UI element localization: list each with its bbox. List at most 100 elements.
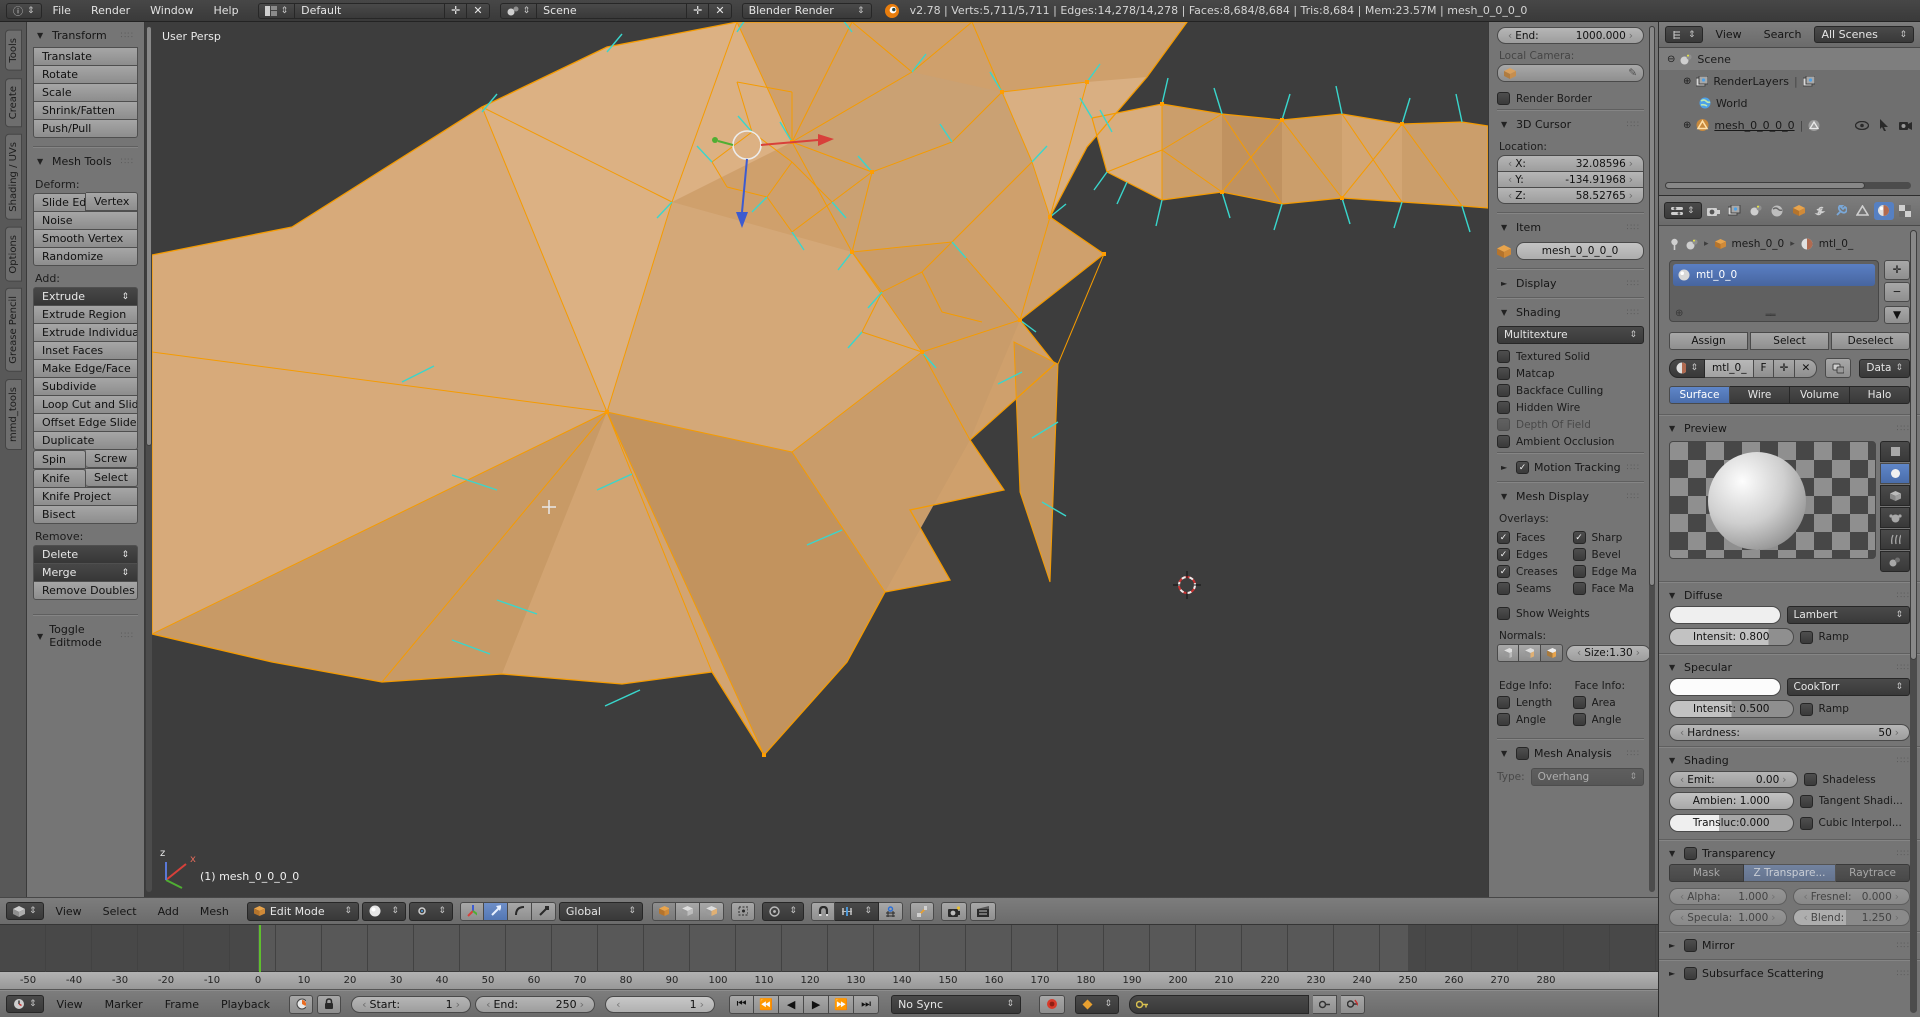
- matcap-checkbox[interactable]: [1497, 367, 1510, 380]
- tab-world[interactable]: [1768, 202, 1787, 220]
- tab-object[interactable]: [1789, 202, 1808, 220]
- outliner-row-renderlayers[interactable]: ⊕ RenderLayers |: [1659, 70, 1920, 92]
- panel-header-mirror[interactable]: ►Mirror∷∷: [1659, 935, 1920, 956]
- cursor-z-field[interactable]: Z:58.52765: [1497, 187, 1644, 204]
- pin-icon[interactable]: [1669, 238, 1680, 250]
- play-reverse-button[interactable]: ◀: [779, 995, 804, 1014]
- tangent-shading-checkbox[interactable]: [1800, 795, 1813, 808]
- edge-angle-checkbox[interactable]: [1497, 713, 1510, 726]
- edge-select-mode-button[interactable]: [676, 902, 700, 921]
- panel-header-shading[interactable]: ▼Shading∷∷: [1497, 301, 1644, 323]
- tab-material[interactable]: [1874, 202, 1893, 220]
- breadcrumb-object[interactable]: mesh_0_0: [1732, 238, 1785, 250]
- remove-doubles-button[interactable]: Remove Doubles: [33, 581, 138, 600]
- specular-ramp-checkbox[interactable]: [1800, 703, 1813, 716]
- tool-shelf-tab[interactable]: mmd_tools: [5, 379, 22, 450]
- editor-type-outliner-button[interactable]: [1665, 26, 1703, 43]
- scene-name[interactable]: Scene: [537, 3, 687, 19]
- panel-grip[interactable]: ∷∷: [1627, 279, 1640, 289]
- face-normals-toggle[interactable]: [1541, 644, 1563, 662]
- pivot-center-select[interactable]: [409, 902, 453, 921]
- tool-button[interactable]: Inset Faces: [33, 341, 138, 360]
- tool-shelf-tab[interactable]: Create: [5, 78, 22, 127]
- panel-header-transform[interactable]: ▼Transform∷∷: [33, 24, 138, 46]
- tool-button[interactable]: Noise: [33, 211, 138, 230]
- preview-sphere-button[interactable]: [1880, 463, 1910, 484]
- tool-button[interactable]: Duplicate: [33, 431, 138, 450]
- panel-grip[interactable]: ∷∷: [1897, 756, 1910, 766]
- preview-range-button[interactable]: [289, 995, 313, 1014]
- bisect-button[interactable]: Bisect: [33, 505, 138, 524]
- tab-data[interactable]: [1853, 202, 1872, 220]
- timeline-ruler[interactable]: -50-40-30-20-100102030405060708090100110…: [0, 972, 1658, 990]
- link-data-select[interactable]: Data: [1859, 359, 1910, 378]
- overlay-checkbox[interactable]: [1573, 548, 1586, 561]
- tool-button[interactable]: Rotate: [33, 65, 138, 84]
- current-frame-field[interactable]: 1: [605, 996, 715, 1013]
- fake-user-button[interactable]: F: [1754, 359, 1773, 378]
- outliner-row-scene[interactable]: ⊖ Scene: [1659, 48, 1920, 70]
- object-icon[interactable]: [1715, 239, 1726, 249]
- delete-keyframe-button[interactable]: [1341, 995, 1365, 1014]
- ambient-occlusion-checkbox[interactable]: [1497, 435, 1510, 448]
- diffuse-color-swatch[interactable]: [1669, 606, 1781, 624]
- eyedropper-icon[interactable]: ✎: [1628, 67, 1637, 79]
- menu-playback[interactable]: Playback: [212, 998, 279, 1011]
- panel-header-display[interactable]: ►Display∷∷: [1497, 272, 1644, 294]
- list-resize-grip[interactable]: ══: [1766, 311, 1775, 321]
- panel-header-3d-cursor[interactable]: ▼3D Cursor∷∷: [1497, 113, 1644, 135]
- local-camera-field[interactable]: ✎: [1497, 64, 1644, 82]
- mode-select[interactable]: Edit Mode: [247, 902, 359, 921]
- breadcrumb-material[interactable]: mtl_0_: [1819, 238, 1853, 250]
- expand-icon[interactable]: ⊖: [1667, 54, 1675, 65]
- proportional-edit-select[interactable]: [762, 902, 804, 921]
- screen-layout-name[interactable]: Default: [295, 3, 445, 19]
- expand-icon[interactable]: ⊕: [1683, 76, 1691, 87]
- clip-end-field[interactable]: End:1000.000: [1497, 27, 1644, 44]
- transform-orientation-select[interactable]: Global: [559, 902, 643, 921]
- keying-set-field[interactable]: [1129, 995, 1309, 1014]
- tab-render-layers[interactable]: [1725, 202, 1744, 220]
- tool-shelf-tab[interactable]: Tools: [5, 30, 22, 71]
- frame-start-field[interactable]: Start:1: [351, 996, 471, 1013]
- tool-button[interactable]: Randomize: [33, 247, 138, 266]
- new-material-button[interactable]: ✛: [1774, 359, 1796, 378]
- tool-button[interactable]: Offset Edge Slide: [33, 413, 138, 432]
- opengl-render-anim-button[interactable]: [970, 902, 996, 921]
- diffuse-shader-select[interactable]: Lambert: [1787, 606, 1911, 624]
- panel-grip[interactable]: ∷∷: [1897, 424, 1910, 434]
- timeline-tracks[interactable]: [0, 925, 1658, 972]
- emit-field[interactable]: Emit:0.00: [1669, 771, 1798, 788]
- panel-header-motion-tracking[interactable]: ►Motion Tracking∷∷: [1497, 456, 1644, 478]
- panel-header-item[interactable]: ▼Item∷∷: [1497, 216, 1644, 238]
- mirror-checkbox[interactable]: [1684, 939, 1697, 952]
- panel-grip[interactable]: ∷∷: [1897, 663, 1910, 673]
- menu-add[interactable]: Add: [149, 905, 188, 918]
- tool-button[interactable]: Push/Pull: [33, 119, 138, 138]
- material-slot-list[interactable]: mtl_0_0 ⊕ ══: [1669, 260, 1879, 322]
- normals-size-field[interactable]: Size:1.30: [1566, 645, 1651, 662]
- diffuse-intensity-slider[interactable]: Intensit: 0.800: [1669, 628, 1794, 646]
- show-weights-checkbox[interactable]: [1497, 607, 1510, 620]
- scene-icon-button[interactable]: [500, 3, 538, 19]
- cubic-interpolation-checkbox[interactable]: [1800, 817, 1813, 830]
- n-panel-scrollbar[interactable]: [1649, 26, 1655, 892]
- diffuse-ramp-checkbox[interactable]: [1800, 631, 1813, 644]
- editor-type-3dview-button[interactable]: [6, 902, 44, 920]
- overlay-checkbox[interactable]: [1573, 565, 1586, 578]
- render-border-checkbox[interactable]: [1497, 92, 1510, 105]
- screen-layout-icon-button[interactable]: [258, 3, 296, 19]
- knife-select-button[interactable]: Select: [86, 468, 138, 487]
- material-name-field[interactable]: mtl_0_: [1705, 359, 1754, 378]
- panel-header-toggle-editmode[interactable]: ▼Toggle Editmode∷∷: [33, 618, 138, 653]
- panel-grip[interactable]: ∷∷: [1627, 308, 1640, 318]
- delete-scene-button[interactable]: ✕: [709, 3, 731, 19]
- auto-keyframe-button[interactable]: [1039, 995, 1065, 1014]
- menu-view-outliner[interactable]: View: [1707, 28, 1751, 41]
- tool-button[interactable]: Loop Cut and Slide: [33, 395, 138, 414]
- mesh-analysis-checkbox[interactable]: [1516, 747, 1529, 760]
- unlink-material-button[interactable]: ✕: [1795, 359, 1817, 378]
- frame-end-field[interactable]: End:250: [475, 996, 595, 1013]
- expand-icon[interactable]: ⊕: [1683, 120, 1691, 131]
- jump-next-keyframe-button[interactable]: ⏩: [829, 995, 854, 1014]
